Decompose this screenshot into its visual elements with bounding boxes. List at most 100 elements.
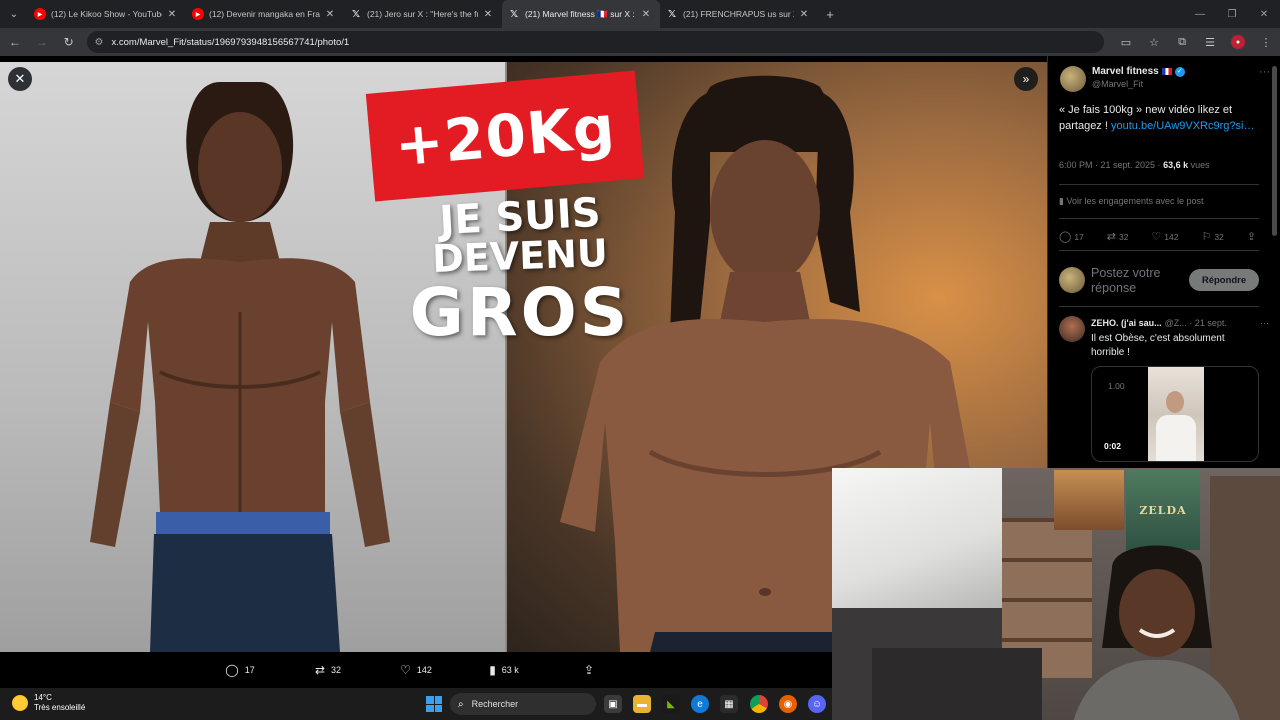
browser-toolbar: ← → ↻ ⚙ x.com/Marvel_Fit/status/19697939… [0,28,1280,56]
post-view-count: 63,6 k [1163,160,1189,170]
reply-button[interactable]: ◯ 17 [196,663,284,677]
post-link[interactable]: youtu.be/UAw9VXRc9rg?si… [1111,120,1254,132]
reply-stat[interactable]: ◯ 17 [1059,230,1084,243]
post-side-panel: Marvel fitness ✓ @Marvel_Fit ··· « Je fa… [1047,56,1280,468]
tab-close-icon[interactable]: ✕ [640,9,652,20]
tab-title: (21) Jero sur X : "Here's the full [367,9,478,19]
weather-widget[interactable]: 14°C Très ensoleillé [12,693,85,713]
engagements-label: Voir les engagements avec le post [1066,196,1204,206]
video-playback-rate: 1.00 [1108,381,1125,391]
share-button[interactable]: ⇪ [548,663,636,677]
photo-action-bar: ◯ 17 ⇄ 32 ♡ 142 ▮ 63 k ⇪ [0,652,832,688]
close-window-icon[interactable]: ✕ [1248,0,1280,28]
comment-text: Il est Obèse, c'est absolument horrible … [1091,333,1225,358]
author-handle[interactable]: @Marvel_Fit [1092,79,1259,89]
back-arrow-icon[interactable]: ← [3,30,27,54]
store-icon[interactable]: ▦ [720,695,738,713]
extensions-puzzle-icon[interactable]: ⧉ [1168,30,1196,54]
france-flag-icon [1161,68,1172,75]
comment-more-icon[interactable]: ··· [1260,318,1269,328]
weather-temperature: 14°C [34,693,52,702]
url-text: x.com/Marvel_Fit/status/1969793948156567… [111,36,350,48]
like-button[interactable]: ♡ 142 [372,663,460,677]
tab-close-icon[interactable]: ✕ [324,9,336,20]
windows-taskbar: 14°C Très ensoleillé ⌕ Rechercher ▣ ▬ ◣ … [0,688,832,720]
more-options-icon[interactable]: ··· [1259,66,1270,94]
cast-icon[interactable]: ▭ [1112,30,1140,54]
forward-arrow-icon[interactable]: → [30,30,54,54]
reply-bubble-icon: ◯ [1059,231,1072,243]
post-timestamp[interactable]: 6:00 PM · 21 sept. 2025 · [1059,160,1163,170]
browser-tab[interactable]: ▶ (12) Le Kikoo Show - YouTube ✕ [28,0,186,28]
commenter-name[interactable]: ZEHO. (j'ai sau... [1091,318,1162,328]
author-avatar[interactable] [1060,66,1086,92]
close-viewer-icon[interactable]: ✕ [8,67,32,91]
share-stat[interactable]: ⇪ [1247,230,1259,243]
windows-start-icon[interactable] [426,696,442,712]
browser-tab[interactable]: 𝕏 (21) Jero sur X : "Here's the full ✕ [344,0,502,28]
webcam-window-light [832,468,1002,608]
taskbar-search[interactable]: ⌕ Rechercher [450,693,596,715]
like-stat[interactable]: ♡ 142 [1151,230,1178,243]
youtube-icon: ▶ [192,8,204,20]
maximize-icon[interactable]: ❐ [1216,0,1248,28]
tab-close-icon[interactable]: ✕ [798,9,810,20]
view-engagements-link[interactable]: ▮ Voir les engagements avec le post [1059,196,1204,207]
verified-badge-icon: ✓ [1174,66,1185,77]
chrome-browser-icon[interactable] [750,695,768,713]
bookmark-star-icon[interactable]: ☆ [1140,30,1168,54]
new-tab-plus-icon[interactable]: + [818,7,842,22]
reload-icon[interactable]: ↻ [57,30,81,54]
minimize-icon[interactable]: — [1184,0,1216,28]
expand-panel-icon[interactable]: » [1014,67,1038,91]
divider [1059,306,1259,307]
address-bar[interactable]: ⚙ x.com/Marvel_Fit/status/19697939481565… [86,31,1104,53]
tab-title: (21) Marvel fitness 🇫🇷 sur X : « J [525,8,636,19]
commenter-avatar[interactable] [1059,316,1085,342]
tab-title: (12) Le Kikoo Show - YouTube [51,9,162,19]
share-upload-icon: ⇪ [583,663,595,677]
repost-button[interactable]: ⇄ 32 [284,663,372,677]
comment-video[interactable]: 1.00 0:02 [1091,366,1259,462]
discord-icon[interactable]: ☺ [808,695,826,713]
repost-icon: ⇄ [314,663,326,677]
task-view-icon[interactable]: ▣ [604,695,622,713]
reply-count: 17 [244,665,255,675]
reading-list-icon[interactable]: ☰ [1196,30,1224,54]
comment-date[interactable]: · 21 sept. [1189,318,1227,328]
post-author-header: Marvel fitness ✓ @Marvel_Fit ··· [1060,66,1270,94]
profile-avatar-icon[interactable]: ● [1231,35,1245,49]
like-count: 142 [416,665,432,675]
post-meta: 6:00 PM · 21 sept. 2025 · 63,6 k vues [1059,160,1269,170]
views-button[interactable]: ▮ 63 k [460,663,548,677]
search-icon: ⌕ [458,698,464,710]
bookmark-stat-count: 32 [1214,232,1224,242]
repost-stat[interactable]: ⇄ 32 [1107,230,1129,243]
kebab-menu-icon[interactable]: ⋮ [1252,30,1280,54]
tab-close-icon[interactable]: ✕ [482,9,494,20]
edge-browser-icon[interactable]: e [691,695,709,713]
sun-icon [12,695,28,711]
window-controls: — ❐ ✕ [1184,0,1280,28]
reply-submit-button[interactable]: Répondre [1189,269,1259,291]
reply-input[interactable]: Postez votre réponse [1091,266,1187,294]
bookmark-stat[interactable]: ⚐ 32 [1201,230,1223,243]
divider [1059,250,1259,251]
post-stats-bar: ◯ 17 ⇄ 32 ♡ 142 ⚐ 32 ⇪ [1059,230,1259,243]
weather-condition: Très ensoleillé [34,703,86,712]
post-views-label: vues [1188,160,1210,170]
tab-close-icon[interactable]: ✕ [166,9,178,20]
author-name[interactable]: Marvel fitness [1092,66,1159,77]
firefox-icon[interactable]: ◉ [779,695,797,713]
file-explorer-icon[interactable]: ▬ [633,695,651,713]
webcam-poster-left [1054,470,1124,530]
commenter-handle[interactable]: @Z... [1165,318,1187,328]
side-panel-scrollbar[interactable] [1272,66,1277,236]
nvidia-icon[interactable]: ◣ [662,695,680,713]
tab-search-chevron-icon[interactable]: ⌄ [0,0,28,28]
browser-tab[interactable]: 𝕏 (21) FRENCHRAPUS us sur X : " J ✕ [660,0,818,28]
bookmark-icon: ⚐ [1201,231,1212,243]
browser-tab-active[interactable]: 𝕏 (21) Marvel fitness 🇫🇷 sur X : « J ✕ [502,0,660,28]
browser-tab[interactable]: ▶ (12) Devenir mangaka en France ✕ [186,0,344,28]
site-info-icon[interactable]: ⚙ [95,37,104,48]
